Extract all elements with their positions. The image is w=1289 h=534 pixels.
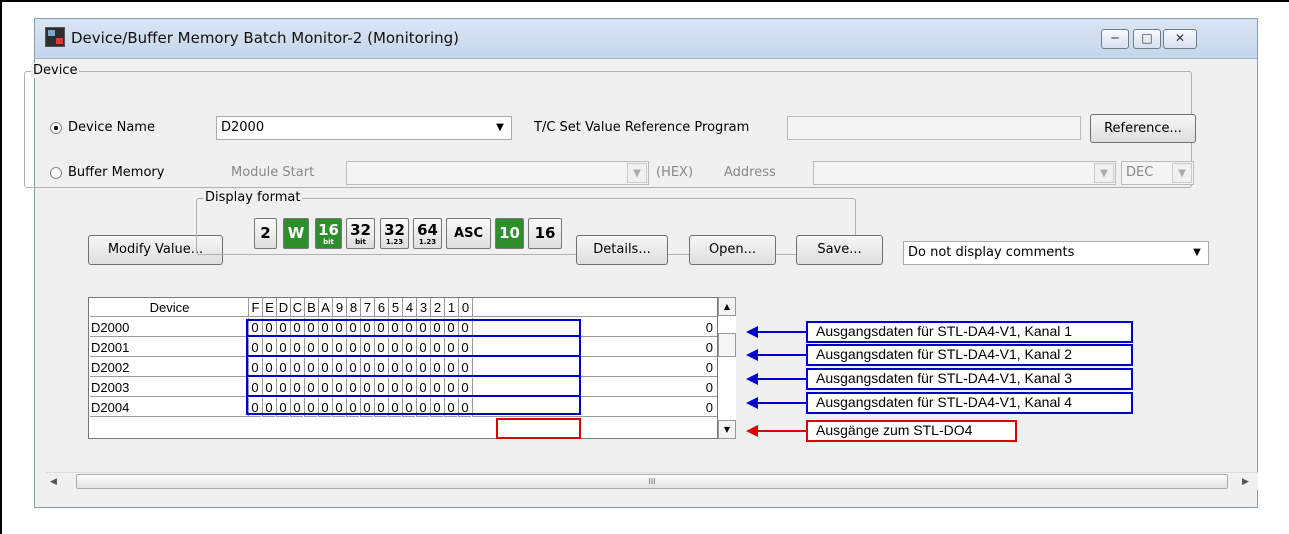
chevron-down-icon[interactable]: ▼ [627,163,647,183]
buffer-memory-radio[interactable] [50,167,62,179]
annotation-arrow-line [757,430,806,432]
grid-header-row: Device F E D C B A 9 8 7 6 5 4 3 2 1 0 [89,298,717,318]
bit-column-header: E [262,298,276,317]
annotation-label: Ausgangsdaten für STL-DA4-V1, Kanal 4 [806,392,1133,414]
window-title: Device/Buffer Memory Batch Monitor-2 (Mo… [71,29,460,47]
annotation-arrow-line [757,402,806,404]
format-decimal-button[interactable]: 10 [495,218,524,249]
device-name-label: Device Name [68,120,155,135]
device-cell: D2004 [90,398,248,417]
bit-column-header: 8 [346,298,360,317]
format-ascii-button[interactable]: ASC [446,218,491,249]
annotation-label: Ausgangsdaten für STL-DA4-V1, Kanal 3 [806,368,1133,390]
highlight-divider [246,335,581,337]
arrow-left-icon [746,425,758,437]
format-binary-button[interactable]: 2 [254,218,277,249]
address-label: Address [724,165,776,180]
device-cell: D2000 [90,318,248,337]
device-name-value: D2000 [221,120,265,135]
address-combo[interactable]: ▼ [813,161,1116,185]
annotation-label: Ausgänge zum STL-DO4 [806,420,1017,442]
format-word-button[interactable]: W [283,218,309,249]
format-hex-button[interactable]: 16 [528,218,562,249]
module-start-label: Module Start [231,165,315,180]
format-64real-button[interactable]: 64 1.23 [413,218,442,249]
open-button[interactable]: Open... [689,235,776,265]
module-start-combo[interactable]: ▼ [346,161,649,185]
bit-column-header: 0 [458,298,472,317]
figure-border-left [0,0,2,534]
app-icon [45,27,65,47]
arrow-left-icon [746,373,758,385]
bit-column-header: C [290,298,304,317]
hex-label: (HEX) [656,165,694,180]
annotation-label: Ausgangsdaten für STL-DA4-V1, Kanal 1 [806,321,1133,343]
reference-button[interactable]: Reference... [1090,114,1196,143]
device-cell: D2003 [90,378,248,397]
horizontal-scrollbar[interactable]: ◀ III ▶ [46,472,1258,490]
chevron-down-icon[interactable]: ▼ [1187,243,1207,263]
highlight-divider [246,375,581,377]
bit-column-header: 1 [444,298,458,317]
bit-column-header: 6 [374,298,388,317]
scroll-thumb[interactable] [718,333,736,357]
radix-value: DEC [1126,165,1154,180]
device-cell: D2002 [90,358,248,377]
format-16bit-button[interactable]: 16 bit [315,218,342,249]
bit-column-header: F [248,298,262,317]
bit-column-header: 7 [360,298,374,317]
minimize-button[interactable]: ─ [1101,29,1129,49]
annotation-arrow-line [757,354,806,356]
annotation-label: Ausgangsdaten für STL-DA4-V1, Kanal 2 [806,344,1133,366]
arrow-left-icon [746,349,758,361]
bit-column-header: 9 [332,298,346,317]
scroll-right-icon[interactable]: ▶ [1242,477,1249,487]
highlight-box-blue [246,319,581,415]
arrow-left-icon [746,397,758,409]
device-name-combo[interactable]: D2000 ▼ [216,116,512,140]
tc-set-value-label: T/C Set Value Reference Program [534,120,750,135]
bit-column-header: B [304,298,318,317]
chevron-down-icon[interactable]: ▼ [490,118,510,138]
bit-column-header: 4 [402,298,416,317]
horizontal-scroll-thumb[interactable]: III [76,474,1228,489]
arrow-left-icon [746,326,758,338]
grid-vertical-scrollbar[interactable]: ▲ ▼ [718,297,736,439]
tc-program-field[interactable] [787,116,1081,140]
device-cell: D2001 [90,338,248,357]
buffer-memory-label: Buffer Memory [68,165,165,180]
annotation-arrow-line [757,378,806,380]
highlight-box-red [496,418,581,439]
figure-border-top [0,0,1289,2]
title-bar[interactable]: Device/Buffer Memory Batch Monitor-2 (Mo… [35,19,1257,59]
format-32real-button[interactable]: 32 1.23 [380,218,409,249]
chevron-down-icon[interactable]: ▼ [1094,163,1114,183]
save-button[interactable]: Save... [796,235,883,265]
details-button[interactable]: Details... [576,235,668,265]
comment-display-combo[interactable]: Do not display comments ▼ [903,241,1209,265]
bit-column-header: 5 [388,298,402,317]
device-column-header: Device [90,298,248,317]
value-column-header [472,298,717,317]
bit-column-header: 2 [430,298,444,317]
radix-combo[interactable]: DEC ▼ [1121,161,1194,185]
bit-column-header: A [318,298,332,317]
device-group-legend: Device [31,63,80,78]
device-name-radio[interactable] [50,122,62,134]
chevron-down-icon[interactable]: ▼ [1172,163,1192,183]
maximize-button[interactable]: □ [1133,29,1161,49]
scroll-left-icon[interactable]: ◀ [50,477,57,487]
highlight-divider [246,355,581,357]
highlight-divider [246,395,581,397]
scroll-down-icon[interactable]: ▼ [718,420,736,439]
bit-column-header: D [276,298,290,317]
close-button[interactable]: ✕ [1163,29,1197,49]
bit-column-header: 3 [416,298,430,317]
display-format-legend: Display format [203,190,303,205]
annotation-arrow-line [757,331,806,333]
scroll-up-icon[interactable]: ▲ [718,297,736,316]
format-32bit-button[interactable]: 32 bit [346,218,375,249]
comment-display-value: Do not display comments [908,245,1075,260]
